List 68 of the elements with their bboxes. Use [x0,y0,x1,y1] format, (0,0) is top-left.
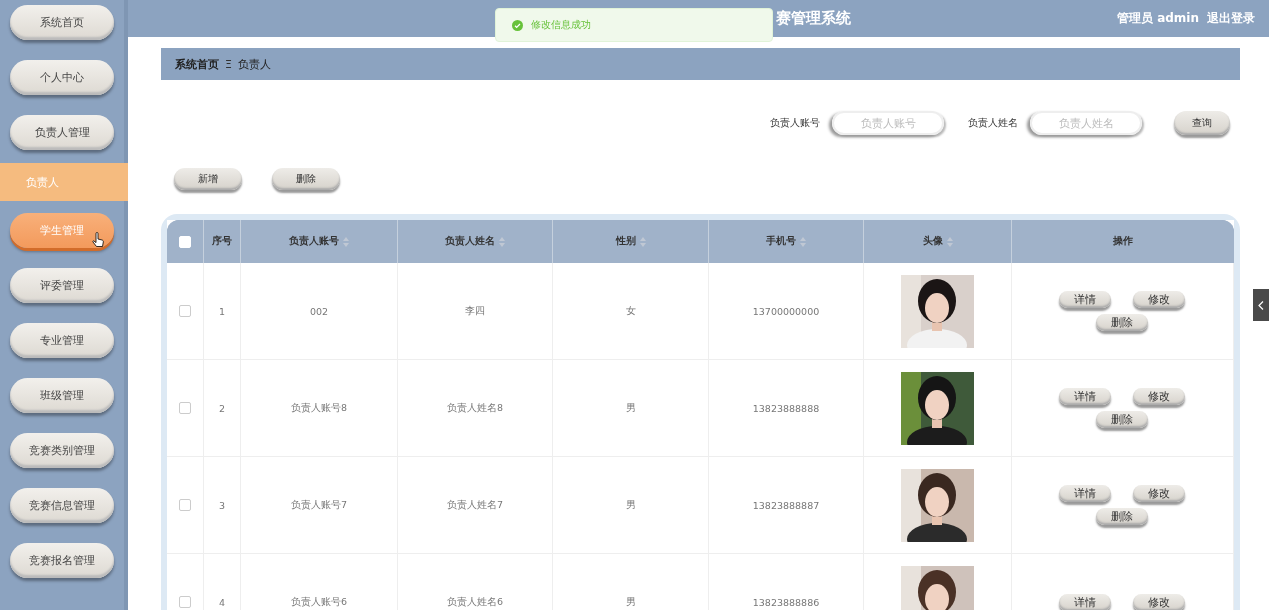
detail-button[interactable]: 详情 [1059,388,1112,405]
menu-item[interactable]: 系统首页 [10,5,114,40]
menu-item[interactable]: 个人中心 [10,60,114,95]
column-header[interactable]: 手机号 [766,235,796,246]
app-title: 赛管理系统 [776,9,851,28]
toast-text: 修改信息成功 [531,18,591,32]
field-label: 负责人账号 [770,116,820,130]
column-header[interactable]: 负责人账号 [288,235,339,246]
menu-item[interactable]: 评委管理 [10,268,114,303]
table-cell: 男 [625,401,636,413]
user-label: 管理员 admin [1116,10,1199,27]
menu-item[interactable]: 班级管理 [10,378,114,413]
detail-button[interactable]: 详情 [1059,593,1112,610]
delete-button[interactable]: 删除 [1096,411,1149,428]
table-cell: 13700000000 [752,305,820,317]
breadcrumb-item: 负责人 [237,56,271,72]
menu-item[interactable]: 竞赛类别管理 [10,433,114,468]
column-header[interactable]: 头像 [922,235,943,246]
table-cell: 女 [625,304,636,316]
table-cell: 13823888887 [752,499,820,511]
table-cell: 负责人姓名7 [446,498,503,510]
table-cell: 男 [625,498,636,510]
table-cell: 李四 [465,304,485,316]
menu-item[interactable]: 专业管理 [10,323,114,358]
row-checkbox[interactable] [178,596,191,609]
delete-button[interactable]: 删除 [1096,508,1149,525]
field-label: 负责人姓名 [968,116,1018,130]
search-button[interactable]: 查询 [1174,111,1230,135]
row-checkbox[interactable] [178,402,191,415]
menu-item[interactable]: 竞赛信息管理 [10,488,114,523]
table-cell: 13823888886 [752,596,820,608]
menu-item[interactable]: 竞赛报名管理 [10,543,114,578]
search-field[interactable]: 负责人姓名 [1030,111,1142,135]
table-cell: 负责人账号8 [290,401,347,413]
table-cell: 负责人姓名8 [446,401,503,413]
breadcrumb-separator: Ξ [225,57,232,71]
edit-button[interactable]: 修改 [1133,291,1186,308]
chevron-left-icon [1258,300,1264,310]
edit-button[interactable]: 修改 [1133,485,1186,502]
table-cell: 负责人姓名6 [446,595,503,607]
edit-button[interactable]: 修改 [1133,593,1186,610]
side-toggle-tab[interactable] [1253,289,1269,321]
row-checkbox[interactable] [178,305,191,318]
table-cell: 负责人账号7 [290,498,347,510]
row-checkbox[interactable] [178,499,191,512]
column-header[interactable]: 负责人姓名 [445,235,495,246]
table-cell: 2 [219,402,226,414]
detail-button[interactable]: 详情 [1059,485,1112,502]
select-all-checkbox[interactable] [178,235,191,248]
delete-button[interactable]: 删除 [272,168,340,190]
table-cell: 负责人账号6 [290,595,347,607]
column-header[interactable]: 性别 [615,235,636,246]
table-cell: 13823888888 [752,402,820,414]
table-cell: 男 [625,595,636,607]
hand-cursor-icon [92,232,104,248]
edit-button[interactable]: 修改 [1133,388,1186,405]
add-button[interactable]: 新增 [174,168,242,190]
success-icon [512,19,523,31]
delete-button[interactable]: 删除 [1096,314,1149,331]
table-cell: 4 [219,596,226,608]
menu-item[interactable]: 负责人管理 [10,115,114,150]
column-header[interactable]: 序号 [212,235,232,246]
column-header[interactable]: 操作 [1112,235,1133,246]
table-cell: 1 [219,305,226,317]
table-cell: 002 [309,305,329,317]
table-cell: 3 [219,499,226,511]
detail-button[interactable]: 详情 [1059,291,1112,308]
breadcrumb-item[interactable]: 系统首页 [175,56,219,72]
